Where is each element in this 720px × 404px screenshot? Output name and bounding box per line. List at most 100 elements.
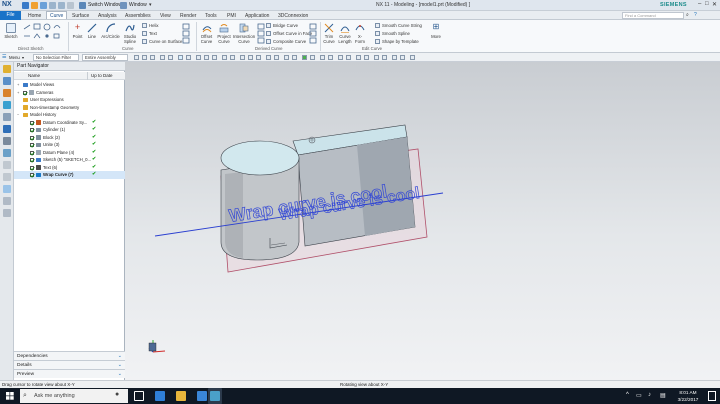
offset-curve-in-face-button[interactable]: Offset Curve in Face [266, 31, 312, 37]
repeat-icon[interactable] [67, 2, 74, 9]
command-search-input[interactable]: Find a Command [622, 12, 684, 19]
redo-icon[interactable] [40, 2, 47, 9]
snap-icon[interactable] [204, 55, 209, 60]
tree-item[interactable]: Wrap Curve (7) ✔ [14, 171, 125, 179]
window-menu[interactable]: Window [129, 2, 147, 8]
system-scene-icon[interactable] [3, 197, 11, 205]
view-icon[interactable] [382, 55, 387, 60]
view-icon[interactable] [374, 55, 379, 60]
store-icon[interactable] [197, 391, 207, 401]
text-button[interactable]: Text [142, 31, 157, 37]
cylinder-top-face[interactable] [220, 140, 300, 176]
reuse-library-icon[interactable] [3, 101, 11, 109]
snap-icon[interactable] [320, 55, 325, 60]
visibility-checkbox[interactable] [23, 90, 27, 95]
shape-by-template-button[interactable]: Shape by Template [375, 39, 419, 45]
select-icon[interactable] [150, 55, 155, 60]
snap-icon[interactable] [346, 55, 351, 60]
intersection-curve-button[interactable]: Intersection Curve [232, 23, 256, 44]
curve-on-surface-button[interactable]: Curve on Surface [142, 39, 182, 45]
studio-spline-button[interactable]: Studio Spline [122, 23, 138, 44]
view-icon[interactable] [410, 55, 415, 60]
palette-icon[interactable] [3, 209, 11, 217]
expand-icon[interactable]: + [17, 81, 19, 89]
roles-icon[interactable] [3, 185, 11, 193]
bridge-curve-button[interactable]: Bridge Curve [266, 23, 298, 29]
tab-3dconnexion[interactable]: 3DConnexion [275, 12, 311, 20]
helix-button[interactable]: Helix [142, 23, 159, 29]
snap-icon[interactable] [274, 55, 279, 60]
chevron-up-icon[interactable]: ^ [626, 392, 629, 398]
snap-icon[interactable] [212, 55, 217, 60]
task-view-icon[interactable] [134, 391, 144, 401]
menu-icon[interactable]: ☰ [2, 54, 6, 60]
snap-icon[interactable] [168, 55, 173, 60]
view-icon[interactable] [400, 55, 405, 60]
visibility-checkbox[interactable] [30, 128, 34, 132]
offset-curve-button[interactable]: Offset Curve [198, 23, 215, 44]
save-icon[interactable] [22, 2, 29, 9]
derived-more-icon-2[interactable] [309, 23, 319, 44]
snap-icon[interactable] [266, 55, 271, 60]
snap-icon[interactable] [302, 55, 307, 60]
snap-icon[interactable] [364, 55, 369, 60]
snap-icon[interactable] [160, 55, 165, 60]
system-clock[interactable]: 8:01 AM 3/22/2017 [671, 389, 705, 403]
visibility-checkbox[interactable] [30, 173, 34, 177]
tab-curve[interactable]: Curve [46, 11, 68, 19]
graphics-viewport[interactable]: Wrap curve is cool Wrap curve is cool [125, 62, 720, 380]
trim-curve-button[interactable]: Trim Curve [322, 23, 336, 44]
snap-icon[interactable] [196, 55, 201, 60]
collapse-icon[interactable]: − [17, 111, 19, 119]
microphone-icon[interactable]: ● [115, 391, 119, 398]
file-explorer-icon[interactable] [176, 391, 186, 401]
language-icon[interactable]: ▤ [660, 392, 666, 399]
file-tab[interactable]: File [0, 11, 21, 20]
tree-item[interactable]: Sketch (5) "SKETCH_0... ✔ [14, 156, 125, 164]
search-icon[interactable]: ⌕ [686, 12, 689, 18]
line-button[interactable]: Line [86, 23, 98, 39]
dependencies-panel[interactable]: Dependencies ⌄ [14, 351, 125, 360]
help-icon[interactable]: ? [694, 12, 697, 18]
history-icon[interactable] [3, 137, 11, 145]
tree-item[interactable]: Datum Coordinate Sy... ✔ [14, 119, 125, 127]
snap-icon[interactable] [256, 55, 261, 60]
snap-icon[interactable] [230, 55, 235, 60]
volume-icon[interactable]: ♪ [648, 392, 651, 398]
snap-icon[interactable] [328, 55, 333, 60]
smooth-spline-button[interactable]: Smooth Spline [375, 31, 410, 37]
copy-icon[interactable] [49, 2, 56, 9]
visibility-checkbox[interactable] [30, 135, 34, 140]
paste-icon[interactable] [58, 2, 65, 9]
part-navigator-icon[interactable] [3, 65, 11, 73]
tree-item[interactable]: Datum Plane (4) ✔ [14, 149, 125, 157]
chevron-down-icon[interactable]: ▾ [149, 2, 152, 8]
tree-item[interactable]: Unite (3) ✔ [14, 141, 125, 149]
manufacturing-wizard-icon[interactable] [3, 173, 11, 181]
minimize-button[interactable]: – [698, 1, 701, 7]
network-icon[interactable]: ▭ [636, 392, 642, 399]
column-up-to-date[interactable]: Up to Date [91, 72, 113, 80]
undo-icon[interactable] [31, 2, 38, 9]
tree-item[interactable]: Block (2) ✔ [14, 134, 125, 142]
tree-item[interactable]: − Model History [14, 111, 125, 119]
sketch-button[interactable]: Sketch [3, 23, 19, 39]
tab-surface[interactable]: Surface [69, 12, 92, 20]
assembly-navigator-icon[interactable] [3, 77, 11, 85]
maximize-button[interactable]: □ [705, 1, 709, 7]
notifications-icon[interactable] [708, 391, 716, 401]
snap-icon[interactable] [310, 55, 315, 60]
snap-icon[interactable] [292, 55, 297, 60]
tab-analysis[interactable]: Analysis [95, 12, 120, 20]
tree-item[interactable]: User Expressions [14, 96, 125, 104]
tab-render[interactable]: Render [177, 12, 199, 20]
menu-button[interactable]: Menu [9, 55, 20, 60]
taskbar-search-input[interactable]: Ask me anything [20, 389, 128, 403]
composite-curve-button[interactable]: Composite Curve [266, 39, 306, 45]
datum-csys-icon[interactable] [308, 136, 316, 144]
tab-application[interactable]: Application [242, 12, 272, 20]
model-view[interactable]: Wrap curve is cool Wrap curve is cool [125, 62, 720, 380]
selection-scope-select[interactable]: Entire Assembly [82, 54, 128, 61]
tree-item[interactable]: Cylinder (1) ✔ [14, 126, 125, 134]
visibility-checkbox[interactable] [30, 150, 34, 155]
